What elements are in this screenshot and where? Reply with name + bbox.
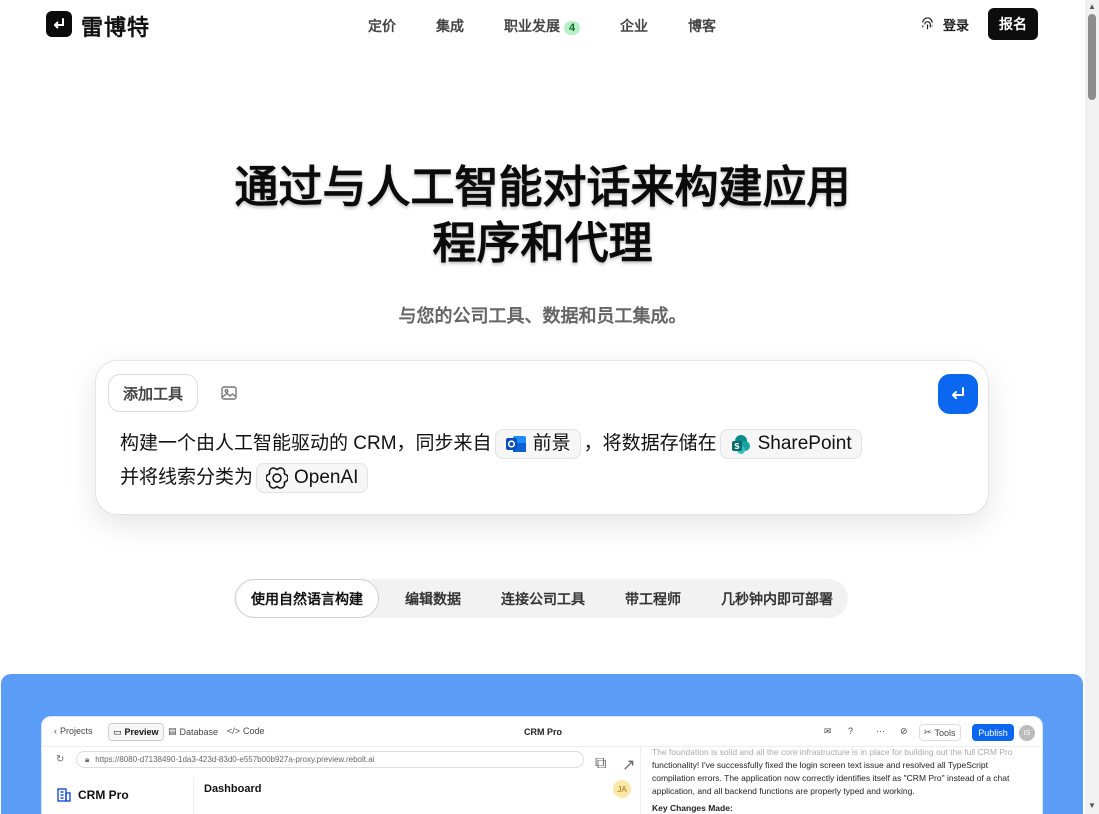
tools-icon: ✂ [924,727,932,737]
chat-message: functionality! I've successfully fixed t… [652,760,1010,796]
page-scrollbar[interactable]: ▲ ▼ [1085,0,1099,814]
nav-link-enterprise[interactable]: 企业 [620,16,648,36]
openai-chip[interactable]: OpenAI [256,462,369,493]
user-initials-avatar[interactable]: JA [613,780,631,798]
app-brand-label: CRM Pro [78,788,129,802]
refresh-icon[interactable]: ↻ [56,754,64,765]
scroll-up-icon[interactable]: ▲ [1088,3,1096,11]
signup-button[interactable]: 报名 [988,8,1038,40]
hero-subtitle: 与您的公司工具、数据和员工集成。 [398,306,687,326]
outlook-icon [505,435,526,452]
logo-icon[interactable] [46,11,72,37]
careers-count-badge: 4 [564,21,581,35]
hero-title-line-1: 通过与人工智能对话来构建应用 [234,163,851,212]
publish-button[interactable]: Publish [972,724,1014,741]
nav-link-pricing[interactable]: 定价 [368,16,396,36]
app-brand[interactable]: CRM Pro [56,787,129,803]
help-icon[interactable]: ? [848,726,853,736]
prompt-text-part-1: 构建一个由人工智能驱动的 CRM，同步来自 [120,433,492,454]
tools-button[interactable]: ✂ Tools [919,724,961,741]
chat-heading: Key Changes Made: [652,803,733,813]
scroll-down-icon[interactable]: ▼ [1088,802,1096,810]
openai-chip-label: OpenAI [294,466,359,488]
svg-text:S: S [734,442,740,451]
prompt-text-part-3: 并将线索分类为 [120,467,254,488]
preview-url-bar[interactable]: 🔒︎ https://8080-d7138490-1da3-423d-83d0-e… [76,751,584,768]
user-avatar[interactable]: IS [1019,725,1035,741]
demo-sidebar: CRM Pro [42,777,194,814]
tab-edit-data[interactable]: 编辑数据 [405,579,461,618]
brand-name[interactable]: 雷博特 [81,10,150,42]
sharepoint-chip[interactable]: S SharePoint [719,428,862,459]
feature-tabs: 使用自然语言构建 编辑数据 连接公司工具 带工程师 几秒钟内即可部署 [234,579,848,618]
nav-link-integrations[interactable]: 集成 [436,16,464,36]
lock-icon: 🔒︎ [85,754,90,764]
tab-connect-tools[interactable]: 连接公司工具 [501,579,585,618]
image-upload-icon[interactable] [220,384,238,402]
notifications-off-icon[interactable]: ⊘ [900,726,908,737]
demo-app-window: ‹ Projects ▭ Preview ▤ Database </> Code CRM… [41,716,1043,814]
panel-divider [640,747,641,814]
tab-with-engineers[interactable]: 带工程师 [625,579,681,618]
open-external-icon[interactable]: ↗ [622,755,635,775]
outlook-chip[interactable]: 前景 [494,428,581,459]
prompt-text-part-2: ，将数据存储在 [583,433,717,454]
hero-title: 通过与人工智能对话来构建应用 程序和代理 [0,160,1085,272]
nav-link-blog[interactable]: 博客 [688,16,716,36]
enter-arrow-icon [952,387,964,399]
add-tool-button[interactable]: 添加工具 [108,374,198,412]
prompt-box[interactable]: 添加工具 构建一个由人工智能驱动的 CRM，同步来自 前景 ，将数据存储在 S Shar… [95,360,989,515]
prompt-text[interactable]: 构建一个由人工智能驱动的 CRM，同步来自 前景 ，将数据存储在 S SharePoin… [120,427,940,495]
tab-deploy-seconds[interactable]: 几秒钟内即可部署 [721,579,833,618]
sharepoint-chip-label: SharePoint [757,432,852,454]
chat-faded-line: The foundation is solid and all the core… [652,747,1013,757]
sharepoint-icon: S [731,434,750,454]
tools-label: Tools [934,727,956,738]
nav-link-careers-label: 职业发展 [504,18,560,34]
copy-icon[interactable]: ⧉ [595,755,606,773]
top-nav: 雷博特 定价 集成 职业发展 4 企业 博客 登录 报名 [0,0,1085,48]
building-icon [57,788,71,802]
login-label: 登录 [943,18,970,33]
demo-toolbar: ‹ Projects ▭ Preview ▤ Database </> Code CRM… [42,717,1042,747]
login-button[interactable]: 登录 [920,15,969,34]
inbox-icon[interactable]: ✉ [824,726,832,737]
outlook-chip-label: 前景 [532,432,571,454]
dashboard-title: Dashboard [204,783,262,795]
chat-panel: The foundation is solid and all the core… [652,746,1032,814]
more-icon[interactable]: ··· [876,726,885,736]
hero-title-line-2: 程序和代理 [432,219,653,268]
openai-icon [266,467,289,489]
project-title: CRM Pro [524,727,562,737]
tab-natural-language[interactable]: 使用自然语言构建 [235,579,379,618]
nav-link-careers[interactable]: 职业发展 4 [504,16,581,36]
send-button[interactable] [938,374,978,414]
fingerprint-icon [922,17,933,30]
preview-url: https://8080-d7138490-1da3-423d-83d0-e55… [95,755,375,764]
scroll-thumb[interactable] [1088,14,1096,100]
